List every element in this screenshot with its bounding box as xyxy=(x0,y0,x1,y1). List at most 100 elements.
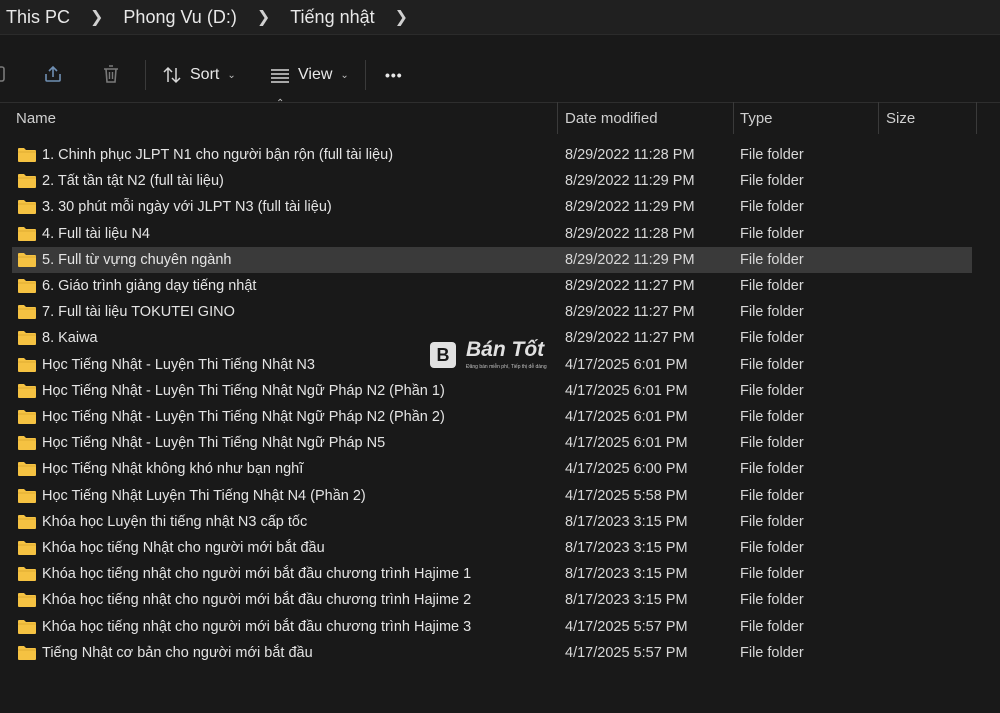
file-name: 5. Full từ vựng chuyên ngành xyxy=(42,251,232,268)
share-icon[interactable] xyxy=(41,62,65,86)
file-type: File folder xyxy=(740,304,804,321)
column-header-type[interactable]: Type xyxy=(740,110,773,127)
file-date-modified: 8/17/2023 3:15 PM xyxy=(565,540,688,556)
column-header-name[interactable]: Name xyxy=(16,110,56,127)
file-name: Khóa học Luyện thi tiếng nhật N3 cấp tốc xyxy=(42,513,308,530)
file-date-modified: 8/29/2022 11:27 PM xyxy=(565,330,695,347)
more-options-button[interactable]: ••• xyxy=(385,60,403,90)
column-resize-handle[interactable] xyxy=(733,102,734,134)
delete-icon[interactable] xyxy=(99,62,123,86)
file-row[interactable]: Khóa học tiếng nhật cho người mới bắt đầ… xyxy=(12,561,972,587)
chevron-right-icon[interactable]: ❯ xyxy=(76,7,117,27)
column-resize-handle[interactable] xyxy=(976,102,977,134)
watermark: B Bán Tốt Đăng bán miễn phí, Tiếp thị dễ… xyxy=(430,338,572,372)
file-date-modified: 4/17/2025 6:01 PM xyxy=(565,409,688,425)
folder-icon xyxy=(18,593,36,608)
file-row[interactable]: 1. Chinh phục JLPT N1 cho người bận rộn … xyxy=(12,142,972,168)
file-type: File folder xyxy=(740,566,804,583)
file-date-modified: 8/29/2022 11:28 PM xyxy=(565,225,695,242)
copy-icon[interactable] xyxy=(0,62,10,86)
breadcrumb-drive[interactable]: Phong Vu (D:) xyxy=(117,7,242,28)
file-type: File folder xyxy=(740,644,804,661)
folder-icon xyxy=(18,645,36,660)
file-type: File folder xyxy=(740,330,804,347)
folder-icon xyxy=(18,541,36,555)
file-date-modified: 8/29/2022 11:27 PM xyxy=(565,304,695,321)
file-name: 7. Full tài liệu TOKUTEI GINO xyxy=(42,304,235,321)
sort-button[interactable]: Sort ⌄ xyxy=(162,60,236,90)
file-type: File folder xyxy=(740,540,804,556)
folder-icon xyxy=(18,383,36,398)
file-row[interactable]: 3. 30 phút mỗi ngày với JLPT N3 (full tà… xyxy=(12,194,972,220)
chevron-right-icon[interactable]: ❯ xyxy=(243,7,284,27)
file-row[interactable]: Học Tiếng Nhật không khó như bạn nghĩ 4/1… xyxy=(12,456,972,482)
file-row[interactable]: Khóa học tiếng Nhật cho người mới bắt đầ… xyxy=(12,535,972,561)
file-name: Khóa học tiếng Nhật cho người mới bắt đầ… xyxy=(42,540,325,556)
watermark-logo: B xyxy=(430,342,456,368)
folder-icon xyxy=(18,357,36,372)
view-label: View xyxy=(298,66,333,83)
column-header-size[interactable]: Size xyxy=(886,110,915,127)
sort-ascending-icon: ⌃ xyxy=(276,98,285,109)
file-type: File folder xyxy=(740,251,804,268)
file-date-modified: 8/29/2022 11:27 PM xyxy=(565,278,695,294)
toolbar-divider xyxy=(365,60,366,90)
file-row[interactable]: Khóa học tiếng nhật cho người mới bắt đầ… xyxy=(12,587,972,613)
column-header-row: ⌃ Name Date modified Type Size xyxy=(0,98,1000,134)
file-date-modified: 4/17/2025 6:00 PM xyxy=(565,461,688,478)
file-name: Học Tiếng Nhật - Luyện Thi Tiếng Nhật Ng… xyxy=(42,409,445,425)
folder-icon xyxy=(18,226,36,241)
file-type: File folder xyxy=(740,409,804,425)
file-type: File folder xyxy=(740,382,804,399)
file-row[interactable]: 2. Tất tần tật N2 (full tài liệu) 8/29/20… xyxy=(12,168,972,194)
folder-icon xyxy=(18,488,36,503)
file-date-modified: 8/29/2022 11:29 PM xyxy=(565,199,695,216)
file-type: File folder xyxy=(740,513,804,530)
breadcrumb-current-folder[interactable]: Tiếng nhật xyxy=(284,7,380,28)
file-date-modified: 4/17/2025 6:01 PM xyxy=(565,435,688,452)
file-date-modified: 4/17/2025 5:57 PM xyxy=(565,618,688,635)
file-name: 6. Giáo trình giảng dạy tiếng nhật xyxy=(42,278,257,294)
file-name: Khóa học tiếng nhật cho người mới bắt đầ… xyxy=(42,566,472,583)
folder-icon xyxy=(18,148,36,162)
file-name: Học Tiếng Nhật - Luyện Thi Tiếng Nhật Ng… xyxy=(42,435,386,452)
column-header-date[interactable]: Date modified xyxy=(565,110,658,127)
file-row[interactable]: Học Tiếng Nhật Luyện Thi Tiếng Nhật N4 (… xyxy=(12,483,972,509)
file-type: File folder xyxy=(740,435,804,452)
file-type: File folder xyxy=(740,147,804,163)
file-date-modified: 8/29/2022 11:28 PM xyxy=(565,147,695,163)
file-row[interactable]: Tiếng Nhật cơ bản cho người mới bắt đầu 4… xyxy=(12,640,972,666)
folder-icon xyxy=(18,252,36,267)
column-resize-handle[interactable] xyxy=(878,102,879,134)
file-date-modified: 8/29/2022 11:29 PM xyxy=(565,173,695,190)
file-row[interactable]: Khóa học Luyện thi tiếng nhật N3 cấp tốc… xyxy=(12,509,972,535)
file-type: File folder xyxy=(740,199,804,216)
file-row[interactable]: 5. Full từ vựng chuyên ngành 8/29/2022 11… xyxy=(12,246,972,273)
file-type: File folder xyxy=(740,487,804,504)
folder-icon xyxy=(18,619,36,634)
chevron-right-icon[interactable]: ❯ xyxy=(381,7,422,27)
file-row[interactable]: 6. Giáo trình giảng dạy tiếng nhật 8/29/2… xyxy=(12,273,972,299)
file-name: Khóa học tiếng nhật cho người mới bắt đầ… xyxy=(42,618,472,635)
file-type: File folder xyxy=(740,592,804,609)
watermark-tagline: Đăng bán miễn phí, Tiếp thị dễ dàng xyxy=(466,364,547,370)
file-date-modified: 4/17/2025 5:57 PM xyxy=(565,644,688,661)
file-type: File folder xyxy=(740,278,804,294)
file-name: 4. Full tài liệu N4 xyxy=(42,225,150,242)
file-row[interactable]: Học Tiếng Nhật - Luyện Thi Tiếng Nhật Ng… xyxy=(12,404,972,430)
file-date-modified: 8/29/2022 11:29 PM xyxy=(565,251,695,268)
breadcrumb-this-pc[interactable]: This PC xyxy=(0,7,76,28)
breadcrumb: This PC ❯ Phong Vu (D:) ❯ Tiếng nhật ❯ xyxy=(0,0,1000,35)
column-resize-handle[interactable] xyxy=(557,102,558,134)
folder-icon xyxy=(18,410,36,424)
folder-icon xyxy=(18,567,36,582)
file-date-modified: 8/17/2023 3:15 PM xyxy=(565,566,688,583)
file-name: Học Tiếng Nhật - Luyện Thi Tiếng Nhật Ng… xyxy=(42,382,445,399)
view-button[interactable]: View ⌄ xyxy=(270,60,349,90)
file-row[interactable]: 7. Full tài liệu TOKUTEI GINO 8/29/2022 1… xyxy=(12,299,972,325)
file-name: 2. Tất tần tật N2 (full tài liệu) xyxy=(42,173,224,190)
file-row[interactable]: Học Tiếng Nhật - Luyện Thi Tiếng Nhật Ng… xyxy=(12,430,972,456)
file-row[interactable]: 4. Full tài liệu N4 8/29/2022 11:28 PM Fil… xyxy=(12,221,972,247)
file-row[interactable]: Học Tiếng Nhật - Luyện Thi Tiếng Nhật Ng… xyxy=(12,378,972,404)
file-row[interactable]: Khóa học tiếng nhật cho người mới bắt đầ… xyxy=(12,614,972,640)
